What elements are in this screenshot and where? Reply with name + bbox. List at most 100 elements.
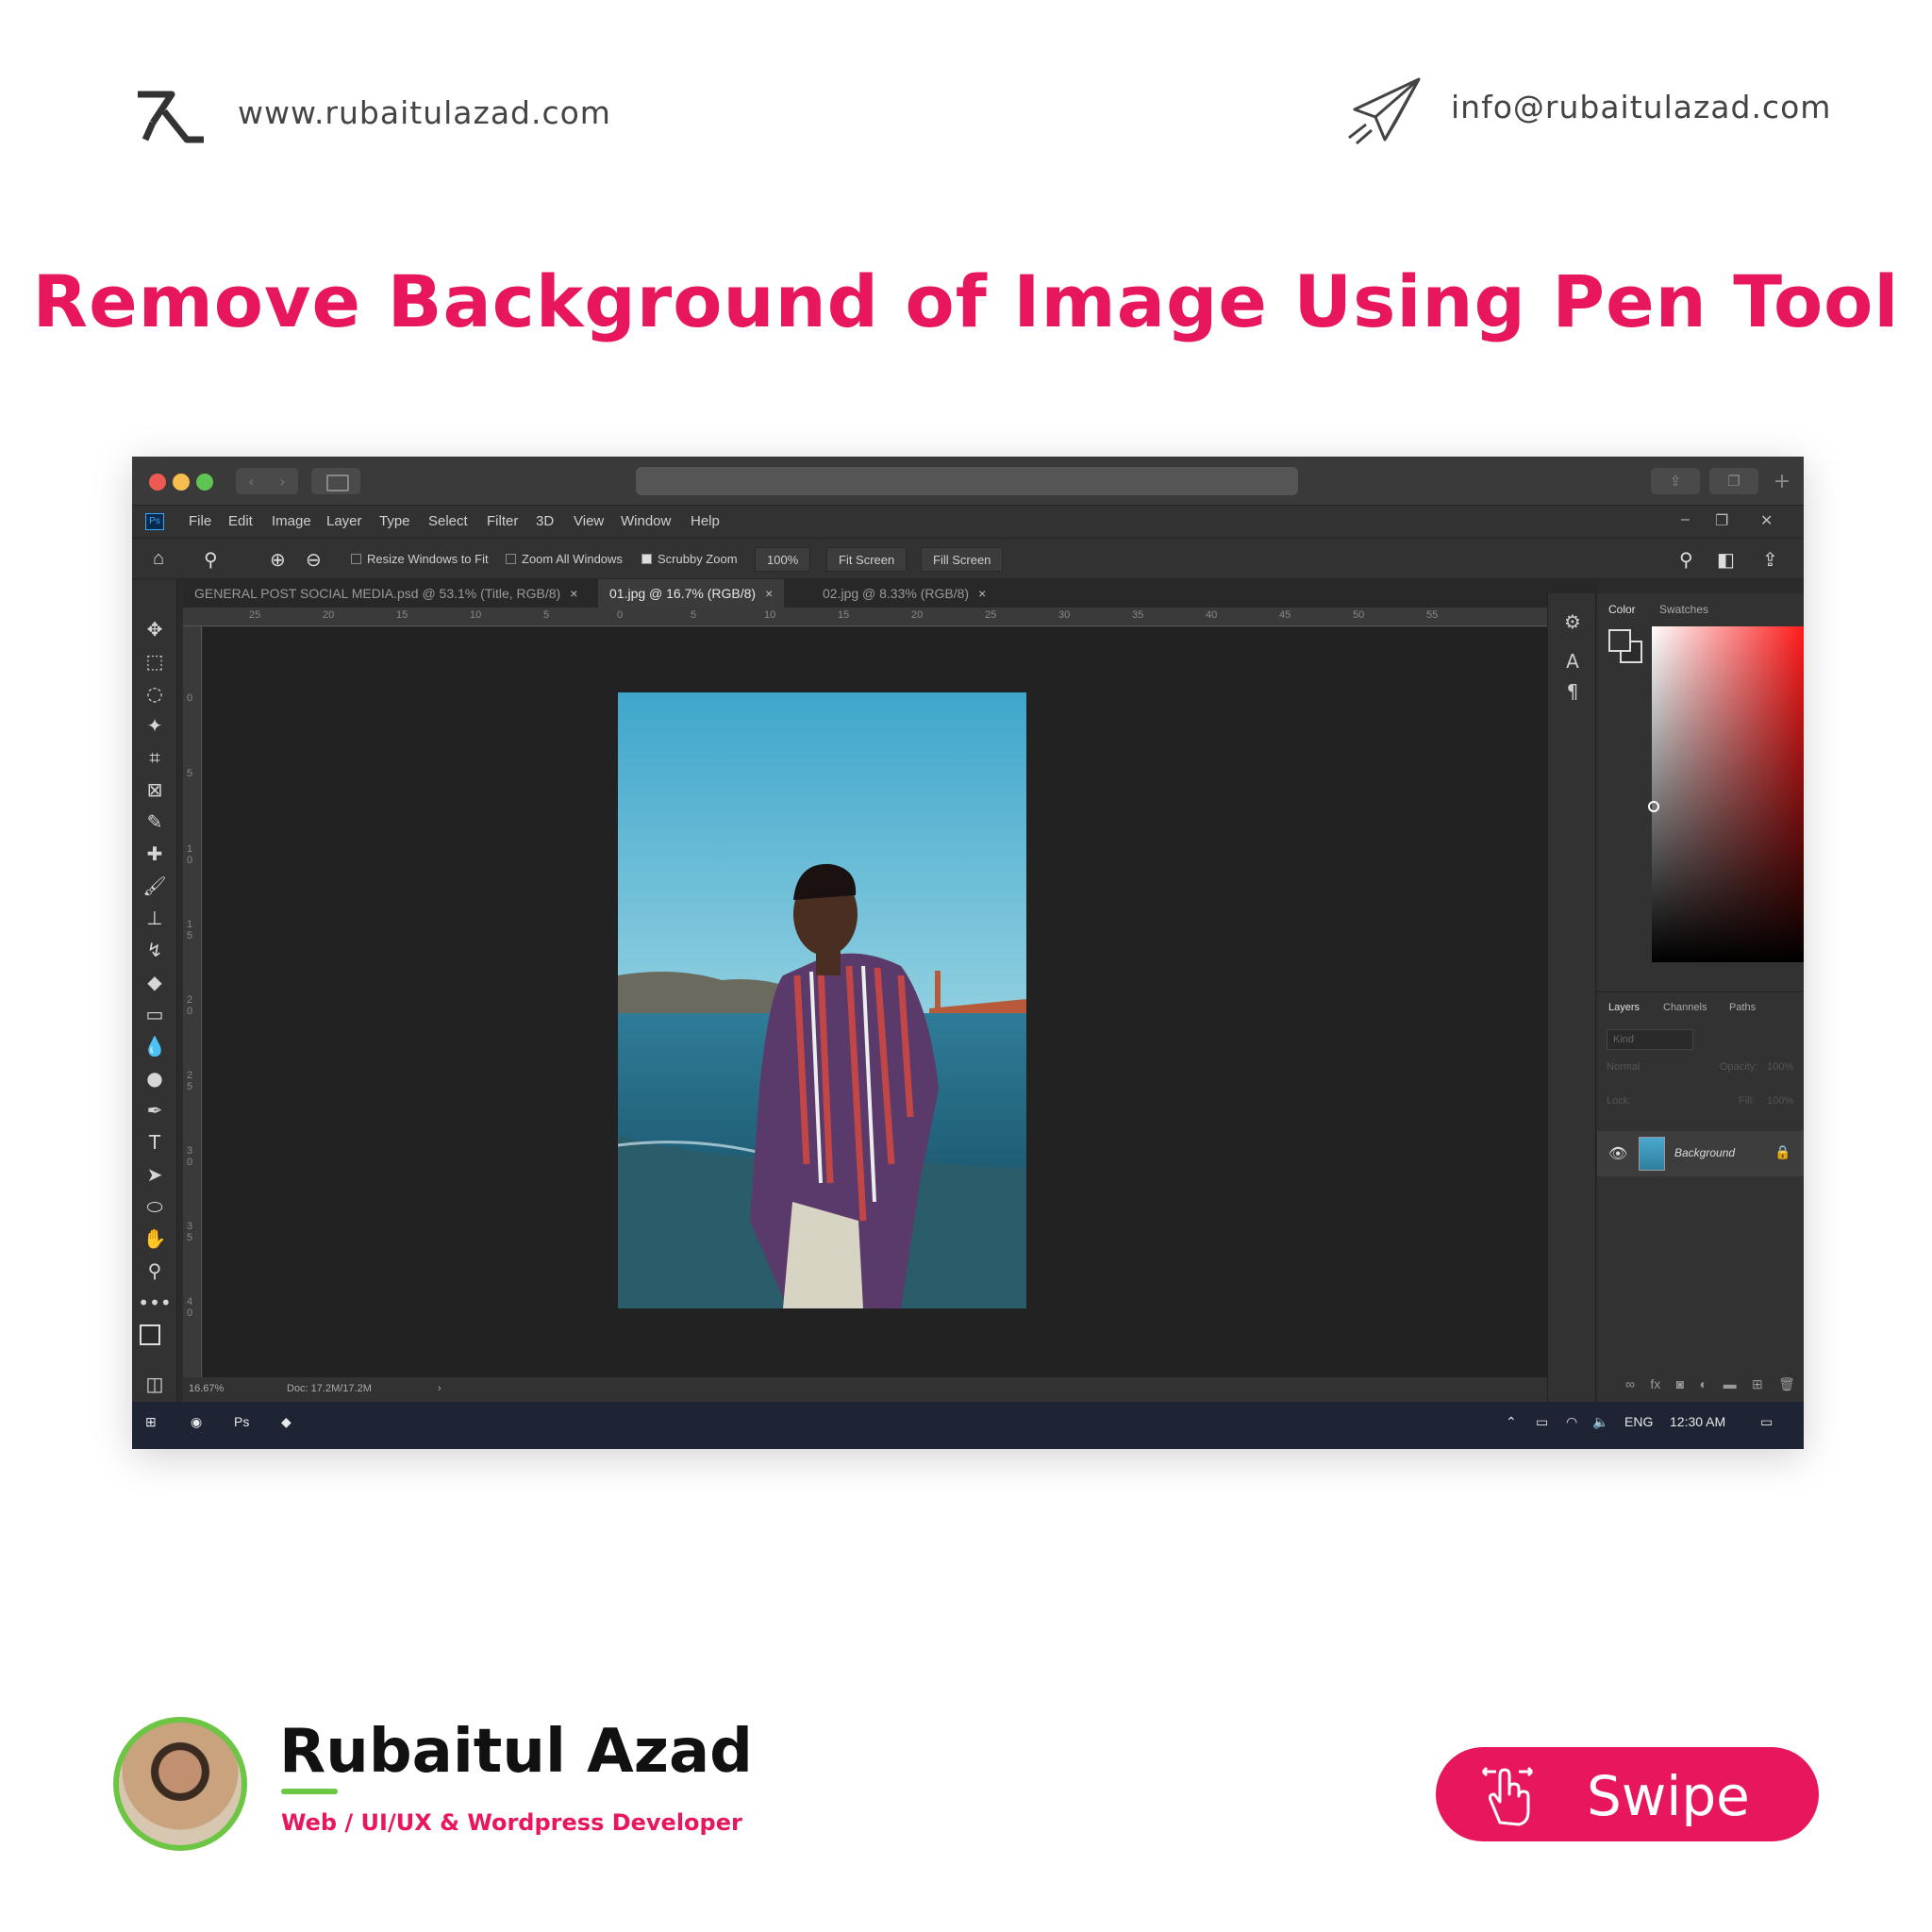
checkbox-icon[interactable] [351,554,361,564]
more-tools-icon[interactable]: ••• [132,1289,177,1317]
close-window-button[interactable] [149,474,166,491]
layer-name[interactable]: Background [1674,1146,1735,1159]
menu-filter[interactable]: Filter [487,513,518,529]
menu-image[interactable]: Image [272,513,311,529]
maximize-window-button[interactable] [196,474,213,491]
link-icon[interactable]: ∞ [1625,1376,1635,1392]
clock[interactable]: 12:30 AM [1670,1414,1725,1429]
zoom-out-icon[interactable]: ⊖ [306,548,322,572]
tab-layers[interactable]: Layers [1608,1002,1640,1013]
paragraph-icon[interactable]: ¶ [1548,680,1597,703]
wifi-icon[interactable]: ◠ [1566,1414,1577,1430]
share-icon[interactable]: ⇪ [1762,548,1778,572]
swipe-button[interactable]: Swipe [1436,1747,1819,1841]
color-panel-swatch[interactable] [1608,629,1644,665]
checkbox-checked-icon[interactable] [641,554,652,564]
opacity-value[interactable]: 100% [1767,1061,1793,1073]
fit-screen-button[interactable]: Fit Screen [826,547,908,572]
magic-wand-tool-icon[interactable]: ✦ [132,711,177,740]
search-icon[interactable]: ⚲ [1679,548,1693,572]
site-url[interactable]: www.rubaitulazad.com [238,94,611,131]
address-bar[interactable] [636,467,1298,495]
blur-tool-icon[interactable]: 💧 [132,1032,177,1060]
zoom-level[interactable]: 16.67% [189,1383,224,1394]
zoom-all-checkbox[interactable]: Zoom All Windows [506,552,623,566]
pen-tool-icon[interactable]: ✒ [132,1096,177,1124]
zoom-tool-preset-icon[interactable]: ⚲ [204,548,218,572]
tab-general-post[interactable]: GENERAL POST SOCIAL MEDIA.psd @ 53.1% (T… [183,579,589,608]
home-icon[interactable]: ⌂ [153,548,164,570]
tab-02-jpg[interactable]: 02.jpg @ 8.33% (RGB/8) × [811,579,997,608]
volume-icon[interactable]: 🔈 [1592,1414,1608,1430]
ellipse-tool-icon[interactable]: ⬭ [132,1192,177,1221]
hand-tool-icon[interactable]: ✋ [132,1224,177,1253]
back-forward-buttons[interactable]: ‹ › [236,468,298,494]
menu-file[interactable]: File [189,513,211,529]
foreground-background-swatch[interactable] [140,1324,172,1357]
minimize-window-button[interactable] [173,474,190,491]
tab-paths[interactable]: Paths [1729,1002,1756,1013]
new-tab-button[interactable]: + [1768,470,1796,494]
properties-icon[interactable]: ⚙ [1548,610,1597,633]
layer-background[interactable]: 👁 Background 🔒 [1597,1131,1804,1176]
eraser-tool-icon[interactable]: ◆ [132,968,177,996]
mask-icon[interactable]: ◙ [1676,1376,1684,1392]
scrubby-zoom-checkbox[interactable]: Scrubby Zoom [641,552,738,566]
crop-tool-icon[interactable]: ⌗ [132,743,177,772]
clone-stamp-tool-icon[interactable]: ⊥ [132,904,177,932]
share-button[interactable]: ⇪ [1651,468,1700,494]
zoom-in-icon[interactable]: ⊕ [270,548,286,572]
eye-icon[interactable]: 👁 [1608,1144,1627,1163]
blend-mode-select[interactable]: Normal [1607,1061,1640,1073]
tab-channels[interactable]: Channels [1663,1002,1707,1013]
folder-icon[interactable]: ▬ [1724,1376,1737,1392]
foreground-color-swatch[interactable] [140,1324,160,1345]
close-icon[interactable]: × [570,586,577,601]
path-selection-tool-icon[interactable]: ➤ [132,1160,177,1189]
chrome-icon[interactable]: ◉ [191,1414,202,1430]
lasso-tool-icon[interactable]: ◌ [132,679,177,708]
chevron-up-icon[interactable]: ⌃ [1506,1414,1517,1430]
sidebar-toggle-button[interactable] [311,468,360,494]
restore-icon[interactable]: ❐ [1715,511,1728,530]
close-icon[interactable]: × [978,586,986,601]
new-layer-icon[interactable]: ⊞ [1752,1376,1763,1392]
healing-brush-tool-icon[interactable]: ✚ [132,840,177,868]
brush-tool-icon[interactable]: 🖌 [132,872,177,900]
chevron-right-icon[interactable]: › [279,473,285,491]
workspace-icon[interactable]: ◧ [1717,548,1735,572]
tab-01-jpg[interactable]: 01.jpg @ 16.7% (RGB/8) × [598,579,785,608]
fx-icon[interactable]: fx [1650,1376,1660,1392]
photoshop-taskbar-icon[interactable]: Ps [234,1414,249,1429]
zoom-value-field[interactable]: 100% [755,547,811,572]
menu-view[interactable]: View [574,513,604,529]
zoom-tool-icon[interactable]: ⚲ [132,1257,177,1285]
gradient-tool-icon[interactable]: ▭ [132,1000,177,1028]
fill-value[interactable]: 100% [1767,1095,1793,1107]
menu-type[interactable]: Type [379,513,410,529]
document-canvas[interactable] [203,627,1575,1377]
windows-start-icon[interactable]: ⊞ [145,1414,157,1430]
menu-select[interactable]: Select [428,513,468,529]
trash-icon[interactable]: 🗑 [1778,1376,1795,1392]
tab-swatches[interactable]: Swatches [1659,603,1708,616]
close-icon[interactable]: × [765,586,773,601]
move-tool-icon[interactable]: ✥ [132,615,177,643]
eyedropper-tool-icon[interactable]: ✎ [132,808,177,836]
resize-windows-checkbox[interactable]: Resize Windows to Fit [351,552,489,566]
type-tool-icon[interactable]: T [132,1128,177,1157]
menu-help[interactable]: Help [691,513,720,529]
character-icon[interactable]: A [1548,650,1597,673]
menu-window[interactable]: Window [621,513,671,529]
foreground-color-swatch[interactable] [1608,629,1631,652]
minimize-icon[interactable]: – [1681,511,1690,528]
language-indicator[interactable]: ENG [1624,1414,1653,1429]
fill-screen-button[interactable]: Fill Screen [921,547,1004,572]
checkbox-icon[interactable] [506,554,516,564]
app-taskbar-icon[interactable]: ◆ [281,1414,291,1430]
history-brush-tool-icon[interactable]: ↯ [132,936,177,964]
close-icon[interactable]: ✕ [1760,511,1773,530]
menu-layer[interactable]: Layer [326,513,362,529]
color-picker-field[interactable] [1652,626,1804,962]
quick-mask-icon[interactable]: ◫ [132,1370,177,1398]
